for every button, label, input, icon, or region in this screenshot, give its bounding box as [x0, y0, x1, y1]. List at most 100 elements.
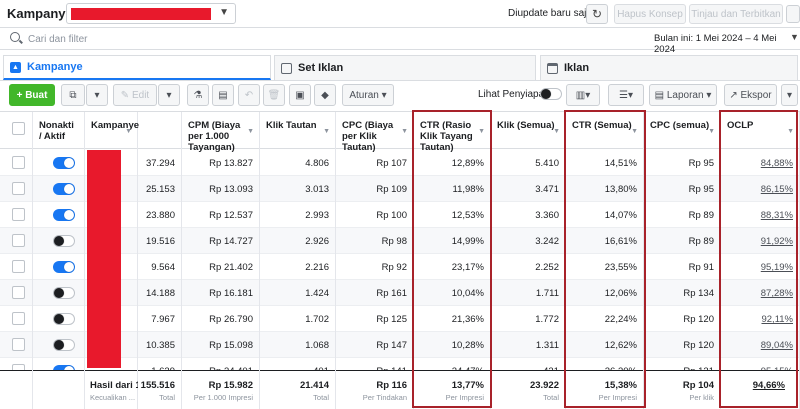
column-header-clicks-all[interactable]: Klik (Semua) ▼: [491, 112, 565, 149]
row-checkbox[interactable]: [12, 312, 25, 325]
summary-row: Rp 104 Per klik: [644, 370, 720, 409]
cell-ctr-all: 14,51%: [604, 158, 637, 169]
table-row: 10,28%: [414, 332, 490, 358]
table-row: [33, 306, 84, 332]
summary-cpc-link-sub: Per Tindakan: [362, 393, 407, 402]
create-button[interactable]: + Buat: [9, 84, 55, 106]
edit-button[interactable]: ✎ Edit: [113, 84, 157, 106]
sort-icon: ▼: [708, 128, 715, 135]
delete-draft-button[interactable]: Hapus Konsep: [614, 4, 686, 24]
row-checkbox[interactable]: [12, 156, 25, 169]
column-header-cpm[interactable]: CPM (Biaya per 1.000 Tayangan) ▼: [182, 112, 259, 153]
column-header-check[interactable]: [0, 112, 32, 149]
cell-oclp[interactable]: 87,28%: [761, 288, 793, 299]
column-header-cpc-link[interactable]: CPC (Biaya per Klik Tautan) ▼: [336, 112, 413, 153]
export-button[interactable]: ↗ Ekspor: [724, 84, 777, 106]
cell-cpc-link: Rp 161: [376, 288, 407, 299]
refresh-button[interactable]: ↻: [586, 4, 608, 24]
summary-cpc-all: Rp 104: [682, 380, 714, 391]
tab-campaigns[interactable]: ▲ Kampanye: [3, 55, 271, 80]
row-checkbox[interactable]: [12, 182, 25, 195]
cell-results: 9.564: [151, 262, 175, 273]
account-selector[interactable]: ▼: [66, 3, 236, 24]
table-row: 86,15%: [721, 176, 799, 202]
select-all-checkbox[interactable]: [12, 122, 25, 135]
cell-link-clicks: 1.068: [305, 340, 329, 351]
column-header-toggle[interactable]: Nonakti / Aktif: [33, 112, 84, 149]
row-checkbox[interactable]: [12, 260, 25, 273]
campaign-toggle[interactable]: [53, 157, 75, 169]
cell-oclp[interactable]: 91,92%: [761, 236, 793, 247]
column-header-ctr-all[interactable]: CTR (Semua) ▼: [566, 112, 643, 149]
cell-cpm: Rp 13.827: [209, 158, 253, 169]
delete-button[interactable]: 🗑: [263, 84, 285, 106]
duplicate-dropdown[interactable]: ▾: [86, 84, 108, 106]
cell-oclp[interactable]: 89,04%: [761, 340, 793, 351]
breakdown-button[interactable]: ☰▾: [608, 84, 644, 106]
review-publish-button[interactable]: Tinjau dan Terbitkan: [689, 4, 783, 24]
campaign-toggle[interactable]: [53, 287, 75, 299]
column-header-campaign[interactable]: Kampanye ▼: [85, 112, 139, 149]
column-header-cpc-all[interactable]: CPC (semua) ▼: [644, 112, 720, 149]
preview-ad-button[interactable]: ▣: [289, 84, 311, 106]
column-header-ctr-link[interactable]: CTR (Rasio Klik Tayang Tautan) ▼: [414, 112, 490, 153]
sort-icon: ▼: [787, 128, 794, 135]
cell-link-clicks: 1.702: [305, 314, 329, 325]
more-options-button[interactable]: [786, 5, 800, 23]
reports-button[interactable]: ▤ Laporan ▾: [649, 84, 717, 106]
search-input[interactable]: [28, 31, 588, 47]
cell-oclp[interactable]: 84,88%: [761, 158, 793, 169]
edit-dropdown[interactable]: ▾: [158, 84, 180, 106]
table-row: 1.424: [260, 280, 335, 306]
tag-button[interactable]: ◆: [314, 84, 336, 106]
tab-ads[interactable]: Iklan: [540, 55, 798, 80]
cell-oclp[interactable]: 86,15%: [761, 184, 793, 195]
table-row: 2.216: [260, 254, 335, 280]
campaign-toggle[interactable]: [53, 209, 75, 221]
summary-label-sub: Kecualikan ...: [90, 393, 136, 402]
cell-cpm: Rp 16.181: [209, 288, 253, 299]
column-header-oclp[interactable]: OCLP ▼: [721, 112, 799, 149]
column-header-results[interactable]: [138, 112, 181, 149]
duplicate-button[interactable]: ⧉: [61, 84, 85, 106]
column-header-link-clicks[interactable]: Klik Tautan ▼: [260, 112, 335, 149]
cell-cpc-all: Rp 120: [683, 340, 714, 351]
cell-cpc-all: Rp 95: [688, 184, 714, 195]
ab-test-button[interactable]: ⚗: [187, 84, 209, 106]
chevron-down-icon: ▾: [703, 89, 712, 101]
cell-oclp[interactable]: 88,31%: [761, 210, 793, 221]
cell-oclp[interactable]: 95,19%: [761, 262, 793, 273]
table-row: 12,53%: [414, 202, 490, 228]
campaign-toggle[interactable]: [53, 261, 75, 273]
view-setup-toggle[interactable]: [540, 88, 562, 100]
row-checkbox[interactable]: [12, 234, 25, 247]
campaign-toggle[interactable]: [53, 339, 75, 351]
row-checkbox[interactable]: [12, 286, 25, 299]
row-checkbox[interactable]: [12, 338, 25, 351]
table-row: 37.294: [138, 150, 181, 176]
campaign-toggle[interactable]: [53, 183, 75, 195]
rules-dropdown[interactable]: Aturan ▾: [342, 84, 394, 106]
clipboard-icon: ▤: [218, 89, 228, 101]
table-row: Rp 120: [644, 306, 720, 332]
undo-button[interactable]: ↶: [238, 84, 260, 106]
table-row: Rp 12.537: [182, 202, 259, 228]
column-header-label: CTR (Semua): [572, 120, 632, 131]
column-clicks-all: Klik (Semua) ▼ 5.410 3.471 3.360 3.242 2.252 1.…: [491, 112, 566, 409]
clipboard-button[interactable]: ▤: [212, 84, 234, 106]
export-dropdown[interactable]: ▾: [781, 84, 798, 106]
sort-icon: ▼: [553, 128, 560, 135]
campaign-toggle[interactable]: [53, 313, 75, 325]
date-range-selector[interactable]: Bulan ini: 1 Mei 2024 – 4 Mei 2024: [654, 33, 800, 55]
columns-icon: ▥▾: [575, 89, 591, 101]
cell-cpc-all: Rp 95: [688, 158, 714, 169]
row-checkbox[interactable]: [12, 208, 25, 221]
cell-link-clicks: 2.926: [305, 236, 329, 247]
view-setup-label: Lihat Penyiapan: [478, 89, 550, 100]
campaign-names-redacted: [87, 150, 121, 368]
summary-ctr-all-sub: Per Impresi: [598, 393, 637, 402]
cell-oclp[interactable]: 92,11%: [761, 314, 793, 325]
columns-button[interactable]: ▥▾: [566, 84, 600, 106]
tab-ad-sets[interactable]: Set Iklan: [274, 55, 536, 80]
campaign-toggle[interactable]: [53, 235, 75, 247]
